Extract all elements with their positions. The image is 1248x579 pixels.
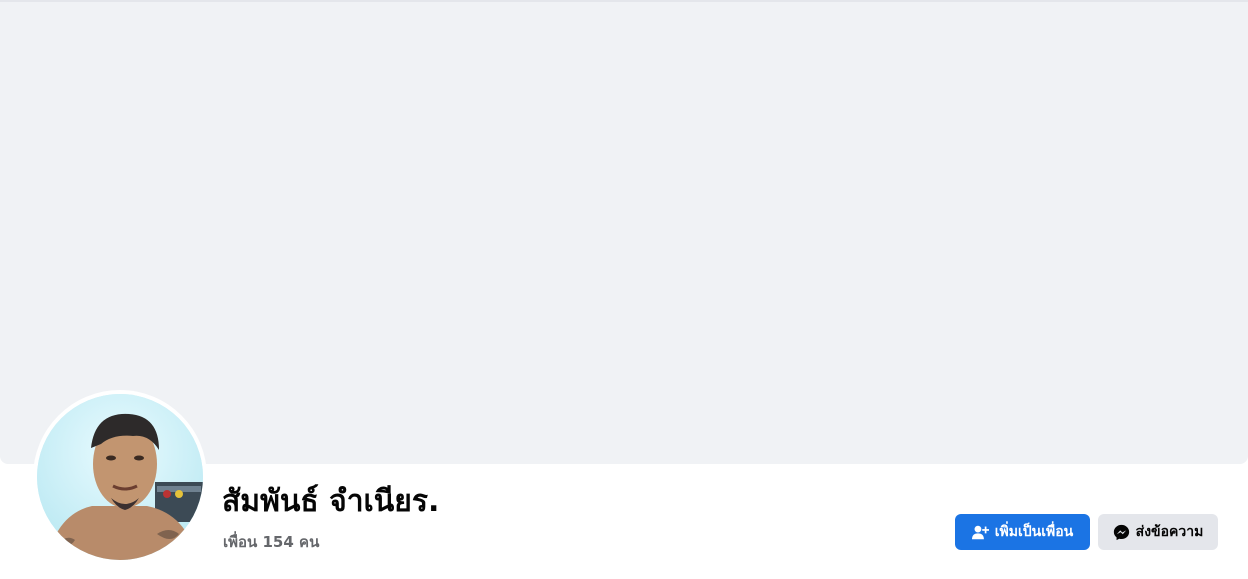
cover-photo[interactable]: [0, 0, 1248, 464]
add-friend-icon: [971, 524, 989, 541]
messenger-icon: [1113, 524, 1130, 541]
friends-count[interactable]: เพื่อน 154 คน: [223, 530, 319, 554]
avatar[interactable]: [37, 394, 203, 560]
profile-name[interactable]: สัมพันธ์ จำเนียร.: [222, 484, 439, 520]
profile-picture[interactable]: [33, 390, 207, 564]
message-label: ส่งข้อความ: [1135, 524, 1204, 540]
avatar-image: [37, 394, 203, 560]
message-button[interactable]: ส่งข้อความ: [1098, 514, 1218, 550]
profile-header: สัมพันธ์ จำเนียร. เพื่อน 154 คน เพิ่มเป็…: [0, 0, 1248, 579]
add-friend-button[interactable]: เพิ่มเป็นเพื่อน: [955, 514, 1090, 550]
add-friend-label: เพิ่มเป็นเพื่อน: [994, 524, 1074, 540]
